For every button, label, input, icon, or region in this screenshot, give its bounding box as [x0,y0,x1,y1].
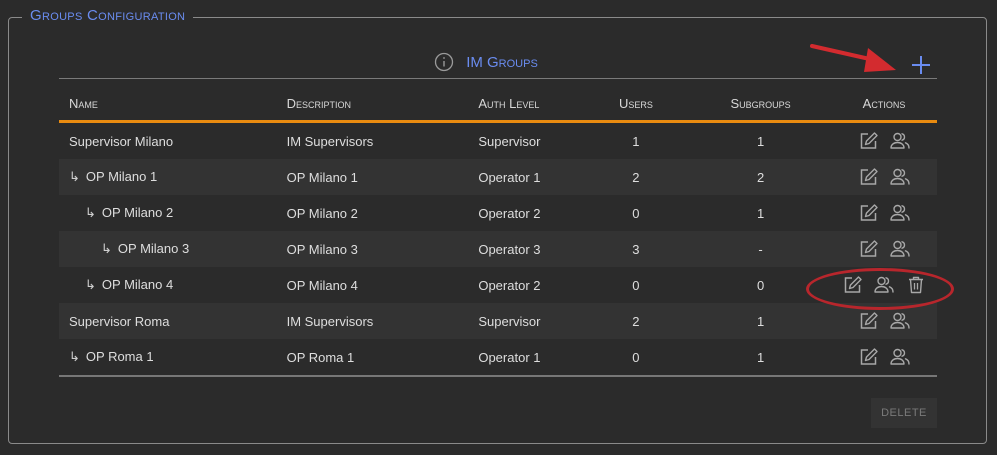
cell-description: OP Milano 4 [276,267,469,303]
cell-auth-level: Operator 2 [468,195,582,231]
users-icon[interactable] [889,310,911,332]
info-icon[interactable] [434,52,454,72]
cell-actions [831,195,937,231]
group-name: OP Roma 1 [85,349,154,364]
cell-description: OP Roma 1 [276,339,469,377]
table-row[interactable]: ↳ OP Milano 4 OP Milano 4 Operator 200 [59,267,937,303]
edit-icon[interactable] [857,238,879,260]
table-top-rule [59,78,937,79]
cell-auth-level: Operator 3 [468,231,582,267]
users-icon[interactable] [889,346,911,368]
groups-table: Name Description Auth Level Users Subgro… [59,86,937,377]
indent-arrow-icon: ↳ [101,241,112,256]
cell-subgroups: 2 [690,159,831,195]
cell-users: 0 [581,267,691,303]
cell-users: 1 [581,121,691,159]
delete-button[interactable]: DELETE [871,398,937,428]
cell-name: ↳ OP Milano 2 [59,195,277,231]
cell-auth-level: Operator 1 [468,339,582,377]
cell-subgroups: - [690,231,831,267]
add-group-button[interactable] [908,52,934,78]
cell-auth-level: Supervisor [468,121,582,159]
row-actions [841,238,927,260]
table-row[interactable]: Supervisor Roma IM Supervisors Supervisor 2… [59,303,937,339]
cell-subgroups: 1 [690,195,831,231]
group-name: OP Milano 2 [101,205,174,220]
indent-arrow-icon: ↳ [69,169,80,184]
group-name: Supervisor Roma [69,313,170,329]
column-header-name[interactable]: Name [59,86,277,123]
users-icon[interactable] [889,202,911,224]
users-icon[interactable] [889,238,911,260]
cell-actions [831,339,937,377]
cell-users: 2 [581,159,691,195]
edit-icon[interactable] [857,310,879,332]
cell-description: OP Milano 2 [276,195,469,231]
column-header-actions: Actions [831,86,937,123]
cell-users: 0 [581,195,691,231]
cell-actions [831,159,937,195]
cell-description: OP Milano 1 [276,159,469,195]
cell-description: IM Supervisors [276,121,469,159]
cell-name: ↳ OP Roma 1 [59,339,277,377]
panel-legend: Groups Configuration [22,7,194,24]
cell-actions [831,231,937,267]
column-header-auth-level[interactable]: Auth Level [468,86,582,123]
row-actions [841,130,927,152]
table-row[interactable]: ↳ OP Milano 1 OP Milano 1 Operator 122 [59,159,937,195]
table-row[interactable]: ↳ OP Roma 1 OP Roma 1 Operator 101 [59,339,937,377]
group-name: Supervisor Milano [69,133,174,149]
cell-name: ↳ OP Milano 3 [59,231,277,267]
edit-icon[interactable] [857,130,879,152]
cell-name: Supervisor Roma [59,303,277,339]
group-name: OP Milano 3 [117,241,190,256]
cell-subgroups: 1 [690,303,831,339]
cell-name: ↳ OP Milano 4 [59,267,277,303]
edit-icon[interactable] [857,346,879,368]
row-actions [841,166,927,188]
cell-users: 2 [581,303,691,339]
edit-icon[interactable] [857,166,879,188]
indent-arrow-icon: ↳ [85,277,96,292]
row-actions [841,202,927,224]
table-row[interactable]: ↳ OP Milano 3 OP Milano 3 Operator 33- [59,231,937,267]
edit-icon[interactable] [857,202,879,224]
row-actions [841,346,927,368]
cell-name: Supervisor Milano [59,121,277,159]
indent-arrow-icon: ↳ [85,205,96,220]
annotation-arrow [810,44,896,72]
cell-auth-level: Operator 1 [468,159,582,195]
cell-users: 3 [581,231,691,267]
cell-name: ↳ OP Milano 1 [59,159,277,195]
annotation-highlight-oval [806,268,954,310]
column-header-subgroups[interactable]: Subgroups [690,86,831,123]
table-row[interactable]: Supervisor Milano IM Supervisors Superviso… [59,121,937,159]
cell-auth-level: Supervisor [468,303,582,339]
users-icon[interactable] [889,130,911,152]
column-header-users[interactable]: Users [581,86,691,123]
group-name: OP Milano 1 [85,169,158,184]
cell-description: OP Milano 3 [276,231,469,267]
indent-arrow-icon: ↳ [69,349,80,364]
cell-description: IM Supervisors [276,303,469,339]
cell-users: 0 [581,339,691,377]
cell-subgroups: 1 [690,121,831,159]
group-name: OP Milano 4 [101,277,174,292]
cell-actions [831,121,937,159]
users-icon[interactable] [889,166,911,188]
cell-subgroups: 1 [690,339,831,377]
table-row[interactable]: ↳ OP Milano 2 OP Milano 2 Operator 201 [59,195,937,231]
table-header-row: Name Description Auth Level Users Subgro… [59,86,937,123]
table-title: IM Groups [466,53,538,71]
row-actions [841,310,927,332]
cell-auth-level: Operator 2 [468,267,582,303]
column-header-description[interactable]: Description [276,86,469,123]
